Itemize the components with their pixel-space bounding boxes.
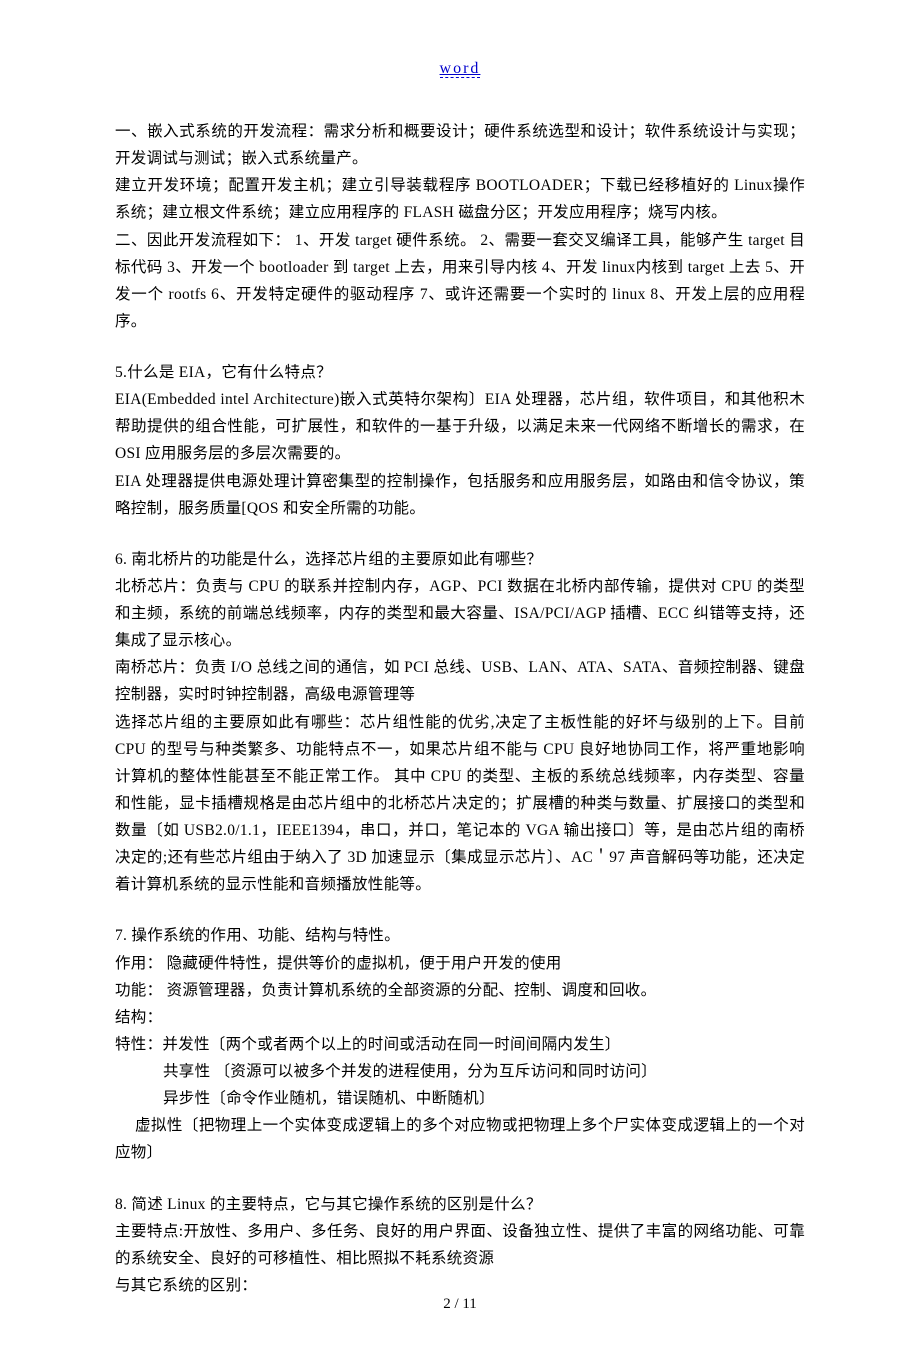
- paragraph: 功能： 资源管理器，负责计算机系统的全部资源的分配、控制、调度和回收。: [115, 977, 805, 1004]
- paragraph-indent: 共享性 〔资源可以被多个并发的进程使用，分为互斥访问和同时访问〕: [115, 1058, 805, 1085]
- page: word 一、嵌入式系统的开发流程：需求分析和概要设计；硬件系统选型和设计；软件…: [0, 0, 920, 1363]
- paragraph-indent: 虚拟性〔把物理上一个实体变成逻辑上的多个对应物或把物理上多个尸实体变成逻辑上的一…: [115, 1112, 805, 1166]
- paragraph-indent: 异步性〔命令作业随机，错误随机、中断随机〕: [115, 1085, 805, 1112]
- section-5: 5.什么是 EIA，它有什么特点？ EIA(Embedded intel Arc…: [115, 359, 805, 522]
- paragraph: 建立开发环境；配置开发主机；建立引导装载程序 BOOTLOADER；下载已经移植…: [115, 172, 805, 226]
- section-1: 一、嵌入式系统的开发流程：需求分析和概要设计；硬件系统选型和设计；软件系统设计与…: [115, 118, 805, 335]
- document-body: 一、嵌入式系统的开发流程：需求分析和概要设计；硬件系统选型和设计；软件系统设计与…: [115, 118, 805, 1299]
- paragraph: 特性：并发性〔两个或者两个以上的时间或活动在同一时间间隔内发生〕: [115, 1031, 805, 1058]
- paragraph: 主要特点:开放性、多用户、多任务、良好的用户界面、设备独立性、提供了丰富的网络功…: [115, 1218, 805, 1272]
- page-footer: 2 / 11: [0, 1296, 920, 1313]
- paragraph: 南桥芯片：负责 I/O 总线之间的通信，如 PCI 总线、USB、LAN、ATA…: [115, 654, 805, 708]
- paragraph: 作用： 隐藏硬件特性，提供等价的虚拟机，便于用户开发的使用: [115, 950, 805, 977]
- paragraph: EIA 处理器提供电源处理计算密集型的控制操作，包括服务和应用服务层，如路由和信…: [115, 468, 805, 522]
- page-number: 2 / 11: [443, 1296, 477, 1312]
- section-8: 8. 简述 Linux 的主要特点，它与其它操作系统的区别是什么？ 主要特点:开…: [115, 1191, 805, 1300]
- paragraph: 结构：: [115, 1004, 805, 1031]
- paragraph: 与其它系统的区别：: [115, 1272, 805, 1299]
- section-7: 7. 操作系统的作用、功能、结构与特性。 作用： 隐藏硬件特性，提供等价的虚拟机…: [115, 922, 805, 1166]
- section-6: 6. 南北桥片的功能是什么，选择芯片组的主要原如此有哪些？ 北桥芯片：负责与 C…: [115, 546, 805, 899]
- paragraph: 一、嵌入式系统的开发流程：需求分析和概要设计；硬件系统选型和设计；软件系统设计与…: [115, 118, 805, 172]
- paragraph: 选择芯片组的主要原如此有哪些：芯片组性能的优劣,决定了主板性能的好坏与级别的上下…: [115, 709, 805, 899]
- paragraph: EIA(Embedded intel Architecture)嵌入式英特尔架构…: [115, 386, 805, 467]
- question-6: 6. 南北桥片的功能是什么，选择芯片组的主要原如此有哪些？: [115, 546, 805, 573]
- paragraph: 北桥芯片：负责与 CPU 的联系并控制内存，AGP、PCI 数据在北桥内部传输，…: [115, 573, 805, 654]
- paragraph: 二、因此开发流程如下： 1、开发 target 硬件系统。 2、需要一套交叉编译…: [115, 227, 805, 336]
- question-5: 5.什么是 EIA，它有什么特点？: [115, 359, 805, 386]
- header-link[interactable]: word: [440, 60, 481, 78]
- question-8: 8. 简述 Linux 的主要特点，它与其它操作系统的区别是什么？: [115, 1191, 805, 1218]
- question-7: 7. 操作系统的作用、功能、结构与特性。: [115, 922, 805, 949]
- document-header: word: [115, 60, 805, 78]
